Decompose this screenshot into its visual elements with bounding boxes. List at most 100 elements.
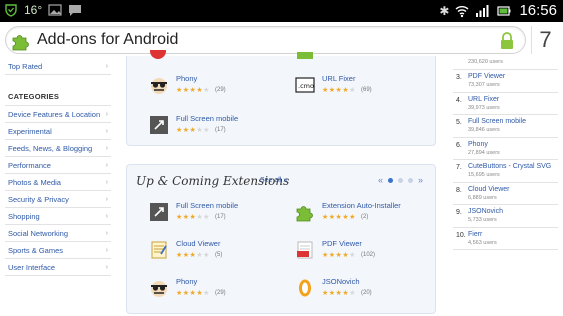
- categories-heading: CATEGORIES: [8, 92, 60, 101]
- page-content: Top Rated › CATEGORIES Device Features & …: [0, 50, 563, 316]
- review-count: (17): [215, 214, 226, 220]
- sidebar-item-category[interactable]: Photos & Media ›: [5, 174, 111, 191]
- sidebar-item-category[interactable]: Feeds, News, & Blogging ›: [5, 140, 111, 157]
- addon-link[interactable]: Fierr: [468, 231, 482, 238]
- stop-icon: [150, 50, 166, 59]
- sidebar-item-label: Sports & Games: [8, 245, 64, 255]
- sidebar-item-label: Security & Privacy: [8, 194, 69, 204]
- chevron-right-icon: ›: [105, 212, 108, 220]
- addon-card[interactable]: .cmo URL Fixer ★★★★★ (69): [295, 72, 435, 102]
- sidebar-item-category[interactable]: Performance ›: [5, 157, 111, 174]
- addon-link[interactable]: JSONovich: [468, 208, 503, 215]
- signal-icon: [476, 4, 489, 17]
- sidebar-item-category[interactable]: Shopping ›: [5, 208, 111, 225]
- list-item[interactable]: 7. CuteButtons - Crystal SVG 15,695 users: [453, 160, 558, 183]
- see-all-link[interactable]: See all »: [260, 177, 287, 184]
- star-rating: ★★★★★: [176, 127, 210, 134]
- user-count: 5,733 users: [468, 217, 497, 223]
- star-rating: ★★★★★: [322, 87, 356, 94]
- page-dot[interactable]: [397, 177, 403, 183]
- bluetooth-icon: ✱: [439, 3, 450, 18]
- page-dot[interactable]: [407, 177, 413, 183]
- user-count: 4,563 users: [468, 239, 497, 246]
- star-rating: ★★★★★: [176, 252, 210, 259]
- review-count: (69): [361, 87, 372, 93]
- prev-button[interactable]: «: [378, 175, 383, 185]
- sidebar-item-label: Experimental: [8, 126, 52, 136]
- review-count: (102): [361, 252, 376, 258]
- page-title: Add-ons for Android: [37, 31, 179, 48]
- addon-link[interactable]: Full Screen mobile: [468, 118, 526, 125]
- addon-link[interactable]: PDF Viewer: [468, 73, 505, 80]
- review-count: (29): [215, 87, 226, 93]
- list-item[interactable]: 9. JSONovich 5,733 users: [453, 205, 558, 228]
- addon-link[interactable]: Cloud Viewer: [468, 186, 510, 193]
- addon-card[interactable]: Full Screen mobile ★★★★★ (17): [149, 112, 289, 142]
- sidebar-item-category[interactable]: Social Networking ›: [5, 225, 111, 242]
- puzzle-icon: [297, 52, 313, 59]
- chevron-right-icon: ›: [105, 195, 108, 203]
- shield-icon: [5, 4, 17, 17]
- sidebar-item-label: Photos & Media: [8, 177, 61, 187]
- addon-card[interactable]: Phony ★★★★★ (29): [149, 72, 289, 102]
- rank: 8.: [456, 186, 462, 194]
- chevron-right-icon: ›: [105, 161, 108, 169]
- user-count: 39,973 users: [468, 104, 500, 111]
- addon-link[interactable]: URL Fixer: [468, 96, 499, 103]
- addon-card[interactable]: Phony ★★★★★ (29): [149, 275, 289, 305]
- addon-card[interactable]: PDF Viewer ★★★★★ (102): [295, 237, 435, 267]
- star-rating: ★★★★★: [322, 252, 356, 259]
- fullscreen-icon: [150, 203, 168, 221]
- image-icon: [48, 4, 62, 16]
- sidebar-item-category[interactable]: Device Features & Location ›: [5, 106, 111, 123]
- addon-link[interactable]: Phony: [468, 141, 488, 148]
- user-count: 6,889 users: [468, 194, 497, 201]
- sidebar-item-category[interactable]: Security & Privacy ›: [5, 191, 111, 208]
- addon-card[interactable]: Full Screen mobile ★★★★★ (17): [149, 199, 289, 229]
- sidebar-item-category[interactable]: Sports & Games ›: [5, 242, 111, 259]
- puzzle-icon: [12, 35, 29, 51]
- sidebar-item-top-rated[interactable]: Top Rated ›: [5, 58, 111, 75]
- star-rating: ★★★★★: [176, 214, 210, 221]
- addon-name: Phony: [176, 74, 198, 83]
- addon-card[interactable]: Cloud Viewer ★★★★★ (5): [149, 237, 289, 267]
- star-rating: ★★★★★: [322, 290, 356, 297]
- rank: 9.: [456, 209, 462, 216]
- wifi-icon: [455, 5, 469, 17]
- list-item[interactable]: 8. Cloud Viewer 6,889 users: [453, 183, 558, 205]
- url-bar: Add-ons for Android: [0, 22, 563, 58]
- cloud-viewer-icon: [151, 241, 167, 259]
- user-count: 27,894 users: [468, 149, 500, 156]
- list-item[interactable]: 4. URL Fixer 39,973 users: [453, 93, 558, 115]
- list-item: 230,620 users: [453, 58, 558, 70]
- review-count: (17): [215, 127, 226, 133]
- addon-name: Full Screen mobile: [176, 201, 239, 210]
- user-count: 39,846 users: [468, 127, 500, 133]
- review-count: (29): [215, 290, 226, 296]
- url-field[interactable]: Add-ons for Android: [5, 26, 526, 54]
- chevron-right-icon: ›: [105, 263, 108, 271]
- review-count: (20): [361, 290, 372, 296]
- battery-icon: [497, 5, 511, 16]
- temperature: 16°: [24, 3, 43, 17]
- list-item[interactable]: 5. Full Screen mobile 39,846 users: [453, 115, 558, 138]
- list-item[interactable]: 10. Fierr 4,563 users: [453, 228, 558, 250]
- upcoming-extensions-box: Up & Coming Extensions See all » « » Ful…: [126, 164, 436, 314]
- list-item[interactable]: 3. PDF Viewer 73,307 users: [453, 70, 558, 93]
- next-button[interactable]: »: [418, 175, 423, 185]
- review-count: (5): [215, 252, 223, 258]
- review-count: (2): [361, 214, 369, 220]
- sidebar-item-category[interactable]: Experimental ›: [5, 123, 111, 140]
- tab-switcher-button[interactable]: 7: [531, 26, 559, 54]
- addon-name: Cloud Viewer: [176, 239, 221, 248]
- page-dot-active[interactable]: [387, 177, 393, 183]
- addon-card[interactable]: JSONovich ★★★★★ (20): [295, 275, 435, 305]
- list-item[interactable]: 6. Phony 27,894 users: [453, 138, 558, 160]
- sidebar-item-category[interactable]: User Interface ›: [5, 259, 111, 276]
- addon-card[interactable]: Extension Auto-Installer ★★★★★ (2): [295, 199, 435, 229]
- addon-link[interactable]: CuteButtons - Crystal SVG: [468, 163, 551, 170]
- addon-name: PDF Viewer: [322, 239, 362, 248]
- chevron-right-icon: ›: [105, 62, 108, 70]
- addon-name: Phony: [176, 277, 198, 286]
- addon-name: Extension Auto-Installer: [322, 201, 401, 210]
